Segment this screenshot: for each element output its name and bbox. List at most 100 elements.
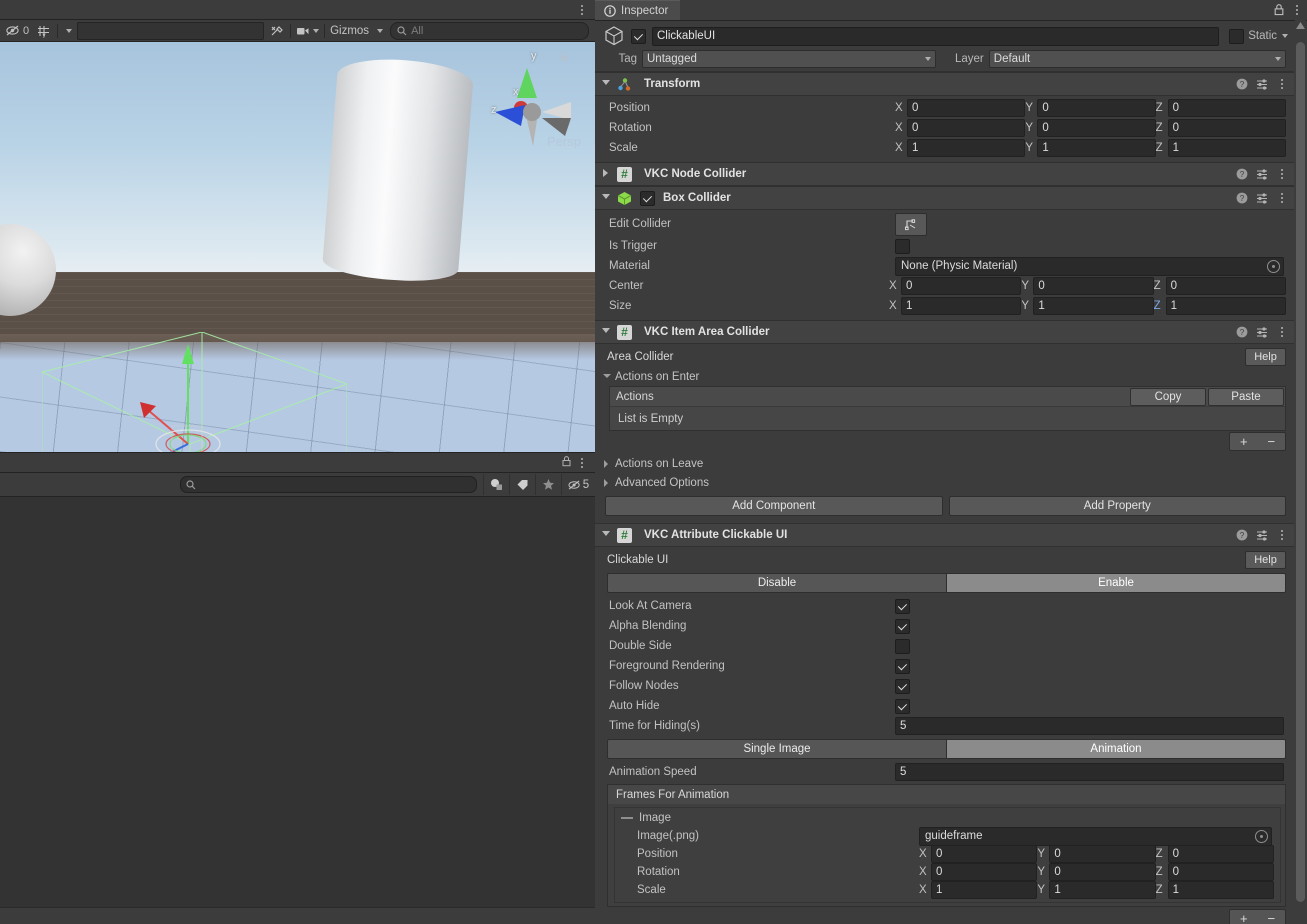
rotation-y-input[interactable]: 0 <box>1037 119 1155 137</box>
center-x-input[interactable]: 0 <box>901 277 1021 295</box>
help-icon[interactable]: ? <box>1236 529 1248 541</box>
area-collider-help-button[interactable]: Help <box>1245 348 1286 366</box>
lock-icon[interactable] <box>1274 4 1284 16</box>
box-collider-foldout-icon[interactable] <box>600 193 611 204</box>
foreground-rendering-checkbox[interactable] <box>895 659 910 674</box>
advanced-options-foldout[interactable]: Advanced Options <box>595 473 1294 492</box>
grid-snap-dropdown[interactable] <box>60 22 75 40</box>
component-header-vkc-node-collider[interactable]: # VKC Node Collider ? <box>595 162 1294 186</box>
cylinder-object[interactable] <box>322 55 475 285</box>
size-z-input[interactable]: 1 <box>1166 297 1286 315</box>
inspector-kebab-menu-icon[interactable] <box>1291 3 1303 18</box>
inspector-vertical-scrollbar[interactable] <box>1295 20 1306 922</box>
time-for-hiding-input[interactable]: 5 <box>895 717 1284 735</box>
enable-button[interactable]: Enable <box>947 573 1286 593</box>
transform-move-gizmo[interactable] <box>60 322 320 452</box>
static-checkbox[interactable] <box>1229 29 1244 44</box>
tag-dropdown[interactable]: Untagged <box>642 50 936 68</box>
actions-remove-button[interactable]: − <box>1267 434 1275 449</box>
frame-image-object-field[interactable]: guideframe <box>919 827 1272 846</box>
inspector-scroll-area[interactable]: ClickableUI Static Tag Untagged <box>595 21 1307 924</box>
clickable-ui-help-button[interactable]: Help <box>1245 551 1286 569</box>
help-icon[interactable]: ? <box>1236 192 1248 204</box>
vkc-item-area-collider-kebab-menu-icon[interactable] <box>1277 325 1287 340</box>
help-icon[interactable]: ? <box>1236 78 1248 90</box>
frames-add-button[interactable]: + <box>1240 911 1248 924</box>
size-x-input[interactable]: 1 <box>901 297 1021 315</box>
single-image-button[interactable]: Single Image <box>607 739 947 759</box>
frame-position-z-input[interactable]: 0 <box>1168 845 1274 863</box>
frame-scale-x-input[interactable]: 1 <box>931 881 1037 899</box>
project-kebab-menu-icon[interactable] <box>575 455 589 470</box>
frame-rotation-z-input[interactable]: 0 <box>1168 863 1274 881</box>
vkc-node-collider-foldout-icon[interactable] <box>600 169 611 180</box>
scene-toolbar-empty-field[interactable] <box>77 22 264 40</box>
transform-kebab-menu-icon[interactable] <box>1277 77 1287 92</box>
add-component-button[interactable]: Add Component <box>605 496 943 516</box>
position-y-input[interactable]: 0 <box>1037 99 1155 117</box>
scale-y-input[interactable]: 1 <box>1037 139 1155 157</box>
is-trigger-checkbox[interactable] <box>895 239 910 254</box>
component-header-box-collider[interactable]: Box Collider ? <box>595 186 1294 210</box>
component-header-transform[interactable]: Transform ? <box>595 72 1294 96</box>
project-hidden-toggle[interactable]: 5 <box>561 474 595 495</box>
scale-x-input[interactable]: 1 <box>907 139 1025 157</box>
animation-button[interactable]: Animation <box>947 739 1286 759</box>
center-z-input[interactable]: 0 <box>1166 277 1286 295</box>
layer-dropdown[interactable]: Default <box>989 50 1286 68</box>
center-y-input[interactable]: 0 <box>1033 277 1153 295</box>
position-x-input[interactable]: 0 <box>907 99 1025 117</box>
transform-foldout-icon[interactable] <box>600 79 611 90</box>
vkc-node-collider-kebab-menu-icon[interactable] <box>1277 167 1287 182</box>
actions-paste-button[interactable]: Paste <box>1208 388 1284 406</box>
disable-button[interactable]: Disable <box>607 573 947 593</box>
frame-list-item[interactable]: Image Image(.png) guideframe Position <box>614 807 1281 903</box>
frame-rotation-x-input[interactable]: 0 <box>931 863 1037 881</box>
gameobject-active-checkbox[interactable] <box>631 29 646 44</box>
animation-speed-input[interactable]: 5 <box>895 763 1284 781</box>
project-content-area[interactable] <box>0 497 595 907</box>
project-lock-icon[interactable] <box>562 456 571 470</box>
gameobject-name-field[interactable]: ClickableUI <box>652 27 1219 46</box>
scene-camera-button[interactable] <box>293 22 322 40</box>
vkc-item-area-collider-foldout-icon[interactable] <box>600 327 611 338</box>
scene-lock-icon[interactable] <box>560 52 569 62</box>
preset-settings-icon[interactable] <box>1256 192 1269 204</box>
drag-handle-icon[interactable] <box>621 817 633 819</box>
object-picker-icon[interactable] <box>1255 830 1268 843</box>
grid-snap-button[interactable]: y <box>33 22 55 40</box>
help-icon[interactable]: ? <box>1236 326 1248 338</box>
material-object-field[interactable]: None (Physic Material) <box>895 257 1284 276</box>
rotation-z-input[interactable]: 0 <box>1168 119 1286 137</box>
rotation-x-input[interactable]: 0 <box>907 119 1025 137</box>
label-filter-button[interactable] <box>509 474 535 495</box>
frame-scale-y-input[interactable]: 1 <box>1049 881 1155 899</box>
object-picker-icon[interactable] <box>1267 260 1280 273</box>
frame-scale-z-input[interactable]: 1 <box>1168 881 1274 899</box>
box-collider-kebab-menu-icon[interactable] <box>1277 191 1287 206</box>
frame-rotation-y-input[interactable]: 0 <box>1049 863 1155 881</box>
position-z-input[interactable]: 0 <box>1168 99 1286 117</box>
component-header-vkc-attribute-clickable-ui[interactable]: # VKC Attribute Clickable UI ? <box>595 523 1294 547</box>
perspective-mode-label[interactable]: Persp <box>547 134 581 149</box>
preset-settings-icon[interactable] <box>1256 78 1269 90</box>
frame-position-y-input[interactable]: 0 <box>1049 845 1155 863</box>
component-header-vkc-item-area-collider[interactable]: # VKC Item Area Collider ? <box>595 320 1294 344</box>
scene-tools-button[interactable] <box>266 22 288 40</box>
actions-on-enter-foldout[interactable]: Actions on Enter <box>595 367 1294 386</box>
favorites-filter-button[interactable] <box>535 474 561 495</box>
follow-nodes-checkbox[interactable] <box>895 679 910 694</box>
preset-settings-icon[interactable] <box>1256 168 1269 180</box>
scene-search-input[interactable]: All <box>390 22 589 40</box>
auto-hide-checkbox[interactable] <box>895 699 910 714</box>
help-icon[interactable]: ? <box>1236 168 1248 180</box>
size-y-input[interactable]: 1 <box>1033 297 1153 315</box>
scroll-up-arrow-icon[interactable] <box>1296 22 1305 29</box>
scale-z-input[interactable]: 1 <box>1168 139 1286 157</box>
project-search-input[interactable] <box>180 476 477 493</box>
asset-type-filter-button[interactable] <box>483 474 509 495</box>
clickable-ui-foldout-icon[interactable] <box>600 530 611 541</box>
frame-position-x-input[interactable]: 0 <box>931 845 1037 863</box>
actions-copy-button[interactable]: Copy <box>1130 388 1206 406</box>
actions-on-leave-foldout[interactable]: Actions on Leave <box>595 454 1294 473</box>
